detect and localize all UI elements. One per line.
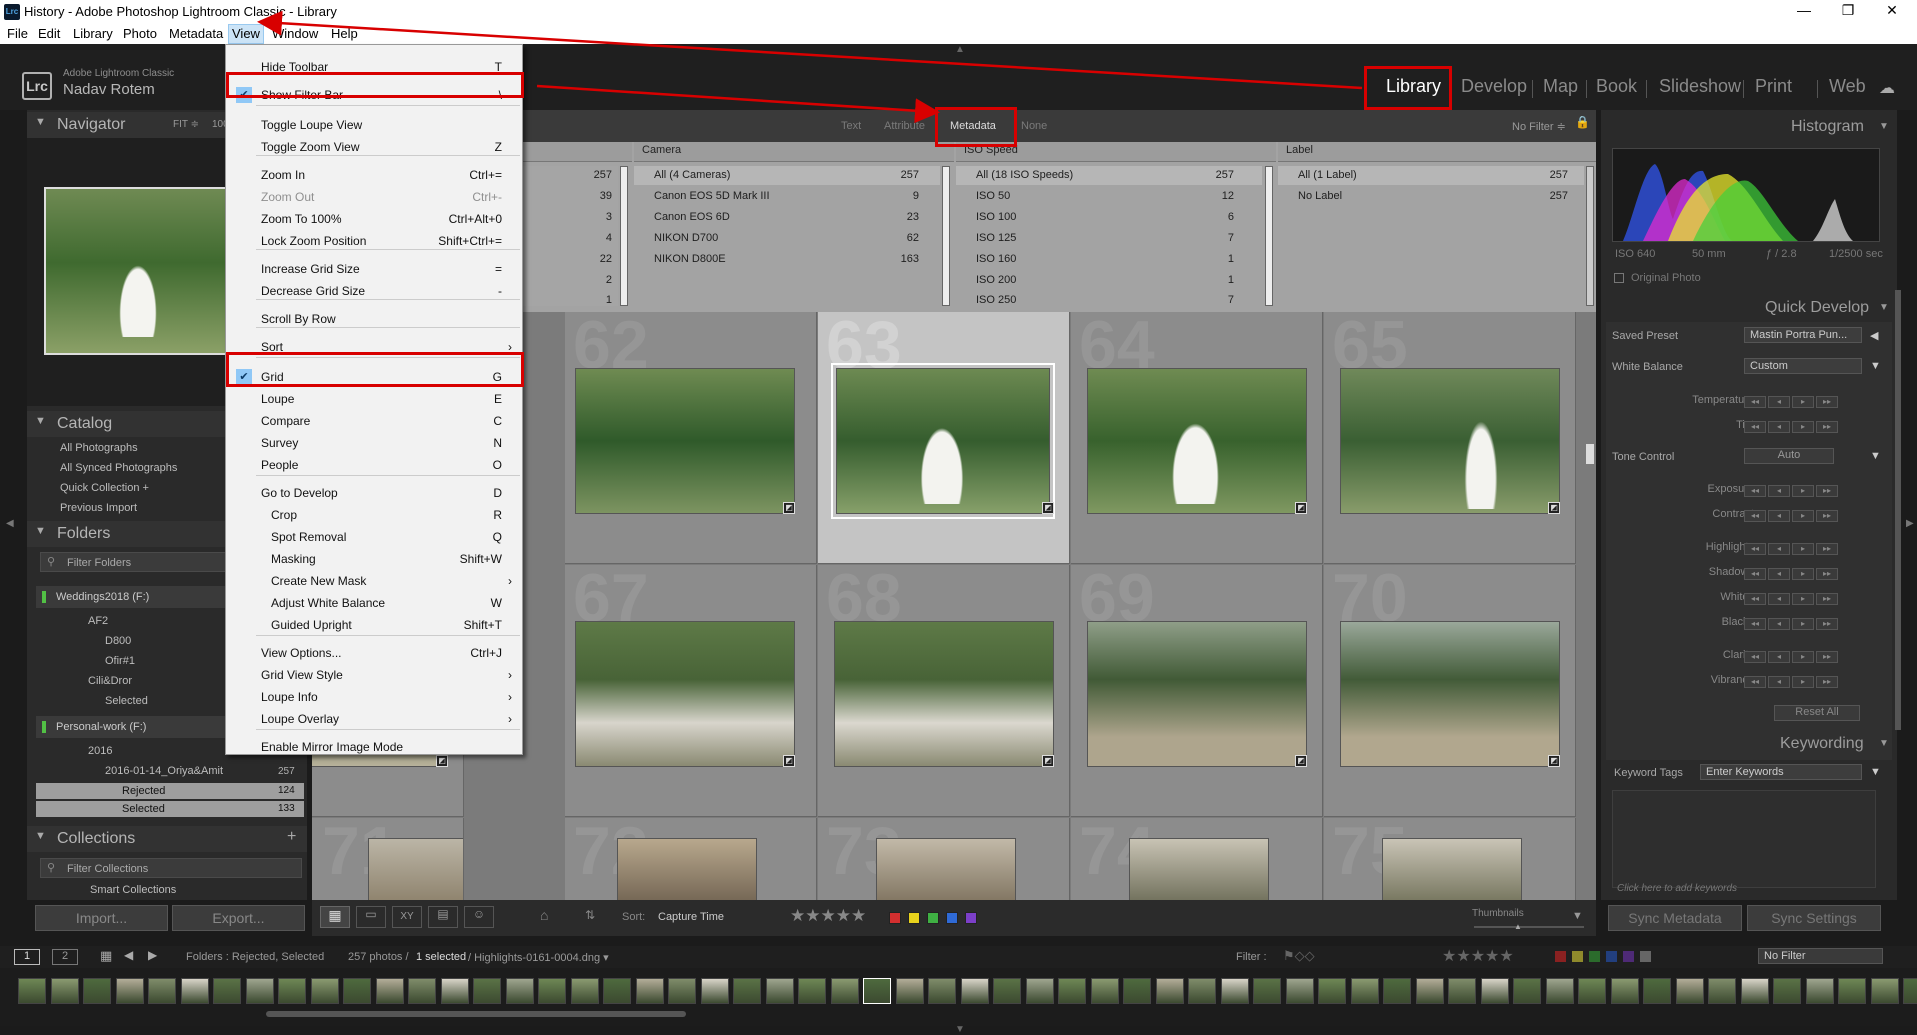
annotation-arrows (257, 10, 1363, 124)
